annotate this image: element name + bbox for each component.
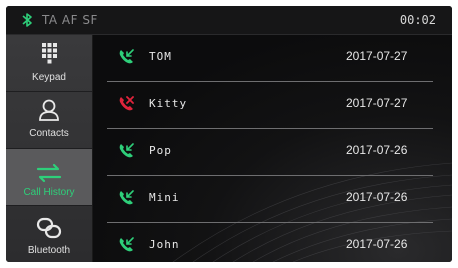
keypad-icon — [42, 43, 57, 64]
missed-call-icon — [119, 96, 134, 111]
sidebar-item-label: Call History — [23, 187, 75, 198]
bluetooth-link-icon — [36, 217, 62, 239]
list-item[interactable]: Pop 2017-07-26 — [107, 129, 433, 176]
call-date: 2017-07-26 — [346, 143, 408, 157]
contact-name: Mini — [149, 191, 180, 204]
call-history-list: TOM 2017-07-27 Kitty 2017-07-27 Pop 2017… — [93, 35, 452, 262]
contacts-icon — [39, 99, 59, 121]
sidebar-item-contacts[interactable]: Contacts — [6, 92, 92, 149]
sidebar: Keypad Contacts Call History Bluetooth — [6, 35, 93, 262]
sidebar-item-keypad[interactable]: Keypad — [6, 35, 92, 92]
received-call-icon — [119, 49, 134, 64]
phone-screen: TA AF SF 00:02 Keypad Contacts Call Hist… — [6, 6, 452, 262]
received-call-icon — [119, 237, 134, 252]
sidebar-item-call-history[interactable]: Call History — [6, 149, 92, 206]
sidebar-item-label: Keypad — [32, 72, 66, 83]
contact-name: Pop — [149, 144, 172, 157]
list-item[interactable]: Kitty 2017-07-27 — [107, 82, 433, 129]
status-bar: TA AF SF 00:02 — [6, 6, 452, 35]
call-date: 2017-07-27 — [346, 96, 408, 110]
rds-flags: TA AF SF — [42, 13, 98, 27]
call-date: 2017-07-26 — [346, 237, 408, 251]
list-item[interactable]: TOM 2017-07-27 — [107, 35, 433, 82]
sidebar-item-label: Contacts — [29, 128, 69, 139]
received-call-icon — [119, 190, 134, 205]
received-call-icon — [119, 143, 134, 158]
call-date: 2017-07-27 — [346, 49, 408, 63]
sidebar-item-label: Bluetooth — [27, 245, 71, 256]
sidebar-item-bluetooth[interactable]: Bluetooth — [6, 206, 92, 262]
call-date: 2017-07-26 — [346, 190, 408, 204]
contact-name: Kitty — [149, 97, 188, 110]
contact-name: John — [149, 238, 180, 251]
list-item[interactable]: John 2017-07-26 — [107, 223, 433, 262]
list-item[interactable]: Mini 2017-07-26 — [107, 176, 433, 223]
clock: 00:02 — [399, 13, 436, 27]
call-history-icon — [36, 163, 62, 183]
bluetooth-icon — [22, 13, 32, 27]
contact-name: TOM — [149, 50, 172, 63]
